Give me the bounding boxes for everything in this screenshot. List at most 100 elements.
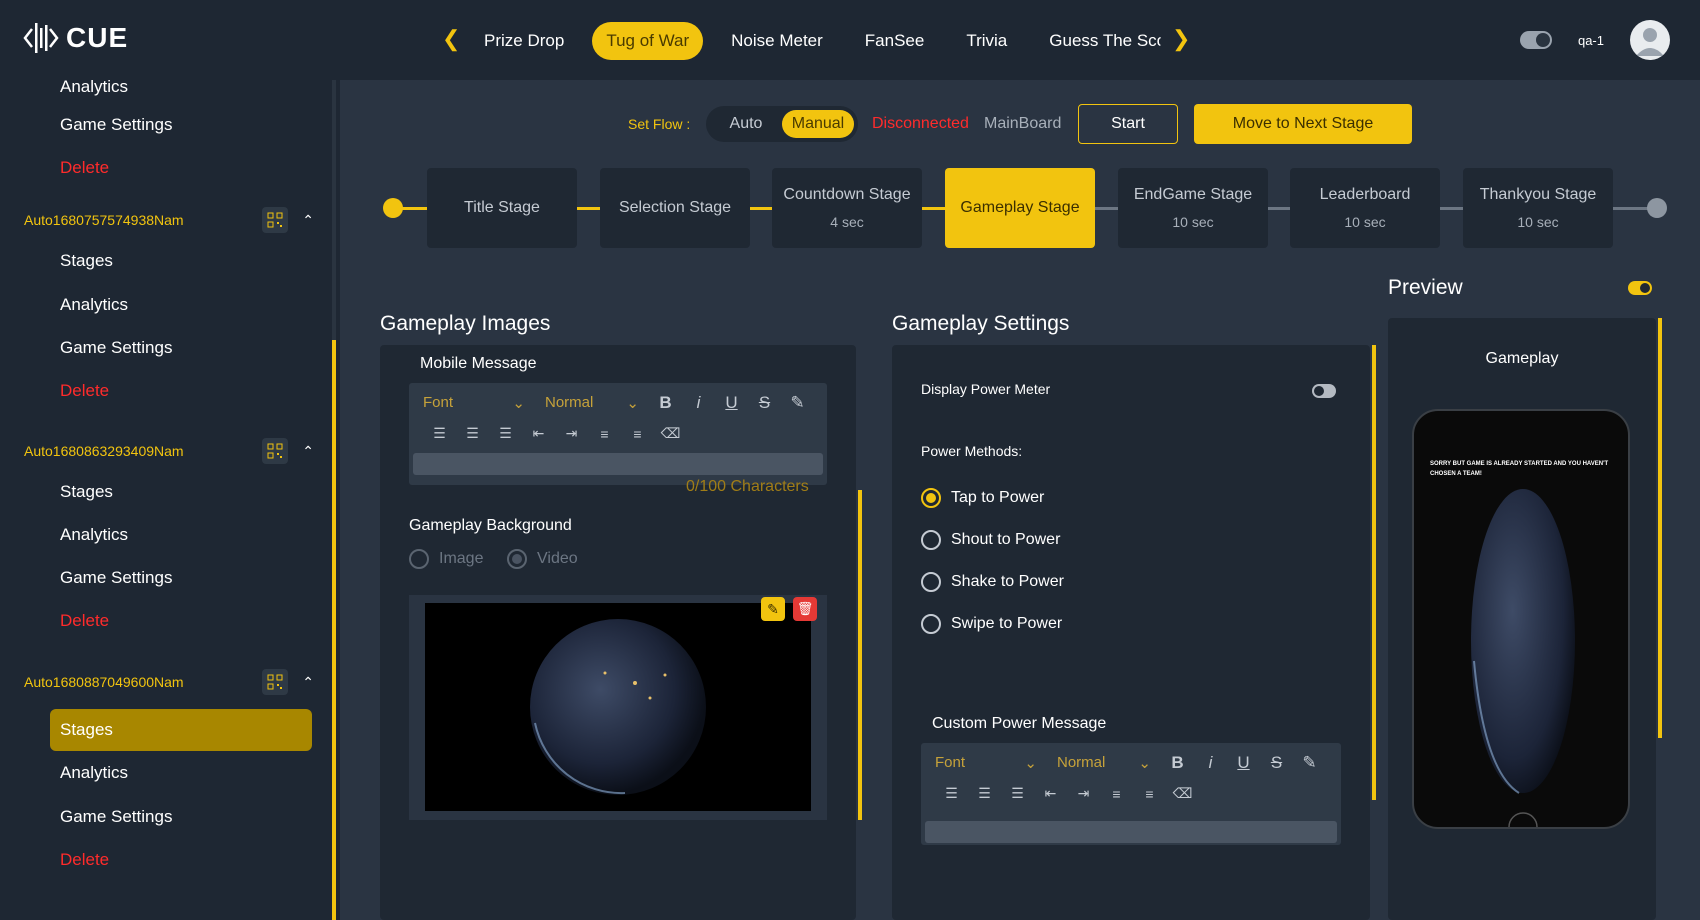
sidebar-item-delete[interactable]: Delete bbox=[50, 370, 312, 412]
sidebar-item-analytics[interactable]: Analytics bbox=[50, 514, 312, 556]
images-scrollbar[interactable] bbox=[858, 490, 862, 820]
background-image-option[interactable]: Image bbox=[409, 549, 483, 569]
next-stage-button[interactable]: Move to Next Stage bbox=[1194, 104, 1412, 144]
start-button[interactable]: Start bbox=[1078, 104, 1178, 144]
stage-card[interactable]: Countdown Stage 4 sec bbox=[772, 168, 922, 248]
event-group-header[interactable]: Auto1680757574938Nam ⌃ bbox=[24, 205, 314, 235]
sidebar-item-game-settings[interactable]: Game Settings bbox=[50, 557, 312, 599]
indent-increase-icon[interactable]: ⇥ bbox=[555, 425, 588, 442]
tab-guess-the-score[interactable]: Guess The Sco bbox=[1035, 22, 1161, 60]
avatar[interactable] bbox=[1630, 20, 1670, 60]
align-center-icon[interactable]: ☰ bbox=[968, 785, 1001, 802]
delete-media-button[interactable]: 🗑 bbox=[793, 597, 817, 621]
sidebar-item-delete[interactable]: Delete bbox=[50, 839, 312, 881]
power-method-swipe[interactable]: Swipe to Power bbox=[921, 614, 1062, 634]
qr-code-icon[interactable] bbox=[262, 438, 289, 464]
mobile-message-input[interactable] bbox=[413, 453, 823, 475]
underline-icon[interactable]: U bbox=[715, 393, 748, 413]
highlight-icon[interactable]: ✎ bbox=[781, 393, 814, 413]
option-label: Tap to Power bbox=[951, 489, 1045, 506]
tab-trivia[interactable]: Trivia bbox=[952, 22, 1021, 60]
chevron-up-icon[interactable]: ⌃ bbox=[302, 443, 314, 460]
stage-card[interactable]: Title Stage bbox=[427, 168, 577, 248]
power-method-shake[interactable]: Shake to Power bbox=[921, 572, 1064, 592]
flow-mode-switch[interactable]: Auto Manual bbox=[706, 106, 858, 142]
set-flow-label: Set Flow : bbox=[628, 116, 691, 132]
highlight-icon[interactable]: ✎ bbox=[1293, 753, 1326, 773]
stage-card-active[interactable]: Gameplay Stage bbox=[945, 168, 1095, 248]
sidebar-item-game-settings[interactable]: Game Settings bbox=[50, 327, 312, 369]
theme-toggle[interactable] bbox=[1519, 31, 1552, 49]
font-select[interactable]: Font ⌄ bbox=[423, 394, 535, 412]
chevron-up-icon[interactable]: ⌃ bbox=[302, 674, 314, 691]
tab-tug-of-war[interactable]: Tug of War bbox=[592, 22, 704, 60]
align-right-icon[interactable]: ☰ bbox=[1001, 785, 1034, 802]
logo[interactable]: CUE bbox=[22, 18, 128, 58]
sidebar-item-stages-active[interactable]: Stages bbox=[50, 709, 312, 751]
radio-icon bbox=[921, 488, 941, 508]
tabs-prev-icon[interactable]: ❮ bbox=[442, 26, 460, 52]
sidebar-scrollbar-thumb[interactable] bbox=[332, 340, 336, 920]
align-left-icon[interactable]: ☰ bbox=[423, 425, 456, 442]
bullet-list-icon[interactable]: ≡ bbox=[1133, 786, 1166, 802]
align-right-icon[interactable]: ☰ bbox=[489, 425, 522, 442]
sidebar-item-analytics[interactable]: Analytics bbox=[50, 284, 312, 326]
custom-message-input[interactable] bbox=[925, 821, 1337, 843]
stage-card[interactable]: Selection Stage bbox=[600, 168, 750, 248]
stage-card[interactable]: EndGame Stage 10 sec bbox=[1118, 168, 1268, 248]
sidebar-item-analytics[interactable]: Analytics bbox=[50, 752, 312, 794]
ordered-list-icon[interactable]: ≡ bbox=[588, 426, 621, 442]
edit-media-button[interactable]: ✎ bbox=[761, 597, 785, 621]
event-group-header[interactable]: Auto1680887049600Nam ⌃ bbox=[24, 667, 314, 697]
indent-decrease-icon[interactable]: ⇤ bbox=[1034, 785, 1067, 802]
qr-code-icon[interactable] bbox=[262, 207, 289, 233]
strikethrough-icon[interactable]: S bbox=[748, 393, 781, 413]
align-left-icon[interactable]: ☰ bbox=[935, 785, 968, 802]
tab-noise-meter[interactable]: Noise Meter bbox=[717, 22, 837, 60]
mobile-message-editor: Font ⌄ Normal ⌄ B i U S ✎ ☰ ☰ ☰ ⇤ ⇥ ≡ ≡ ⌫ bbox=[409, 383, 827, 485]
qr-code-icon[interactable] bbox=[262, 669, 289, 695]
flow-manual-option[interactable]: Manual bbox=[782, 110, 854, 138]
preview-toggle[interactable] bbox=[1628, 281, 1652, 295]
ordered-list-icon[interactable]: ≡ bbox=[1100, 786, 1133, 802]
power-method-tap[interactable]: Tap to Power bbox=[921, 488, 1044, 508]
bold-icon[interactable]: B bbox=[1161, 753, 1194, 773]
event-name: Auto1680757574938Nam bbox=[24, 212, 184, 228]
size-select[interactable]: Normal ⌄ bbox=[1057, 754, 1161, 772]
italic-icon[interactable]: i bbox=[682, 393, 715, 413]
sidebar-scrollbar[interactable] bbox=[332, 80, 336, 920]
user-name: qa-1 bbox=[1577, 32, 1604, 48]
sidebar-item-stages[interactable]: Stages bbox=[50, 240, 312, 282]
tab-prize-drop[interactable]: Prize Drop bbox=[470, 22, 578, 60]
indent-increase-icon[interactable]: ⇥ bbox=[1067, 785, 1100, 802]
event-group-header[interactable]: Auto1680863293409Nam ⌃ bbox=[24, 436, 314, 466]
settings-scrollbar[interactable] bbox=[1372, 345, 1376, 800]
bold-icon[interactable]: B bbox=[649, 393, 682, 413]
stage-card[interactable]: Thankyou Stage 10 sec bbox=[1463, 168, 1613, 248]
italic-icon[interactable]: i bbox=[1194, 753, 1227, 773]
indent-decrease-icon[interactable]: ⇤ bbox=[522, 425, 555, 442]
sidebar-item-game-settings[interactable]: Game Settings bbox=[50, 796, 312, 838]
sidebar-item-game-settings[interactable]: Game Settings bbox=[50, 104, 312, 146]
preview-scrollbar[interactable] bbox=[1658, 318, 1662, 738]
sidebar-item-stages[interactable]: Stages bbox=[50, 471, 312, 513]
sidebar-item-delete[interactable]: Delete bbox=[50, 147, 312, 189]
power-method-shout[interactable]: Shout to Power bbox=[921, 530, 1060, 550]
background-video-option[interactable]: Video bbox=[507, 549, 578, 569]
clear-format-icon[interactable]: ⌫ bbox=[654, 425, 687, 442]
align-center-icon[interactable]: ☰ bbox=[456, 425, 489, 442]
power-meter-toggle[interactable] bbox=[1312, 384, 1336, 398]
underline-icon[interactable]: U bbox=[1227, 753, 1260, 773]
font-select[interactable]: Font ⌄ bbox=[935, 754, 1047, 772]
stage-card[interactable]: Leaderboard 10 sec bbox=[1290, 168, 1440, 248]
bullet-list-icon[interactable]: ≡ bbox=[621, 426, 654, 442]
flow-auto-option[interactable]: Auto bbox=[710, 110, 782, 138]
sidebar-item-delete[interactable]: Delete bbox=[50, 600, 312, 642]
chevron-up-icon[interactable]: ⌃ bbox=[302, 212, 314, 229]
size-select[interactable]: Normal ⌄ bbox=[545, 394, 649, 412]
tab-fansee[interactable]: FanSee bbox=[851, 22, 939, 60]
tabs-next-icon[interactable]: ❯ bbox=[1172, 26, 1190, 52]
strikethrough-icon[interactable]: S bbox=[1260, 753, 1293, 773]
clear-format-icon[interactable]: ⌫ bbox=[1166, 785, 1199, 802]
stage-duration: 10 sec bbox=[1344, 214, 1386, 230]
